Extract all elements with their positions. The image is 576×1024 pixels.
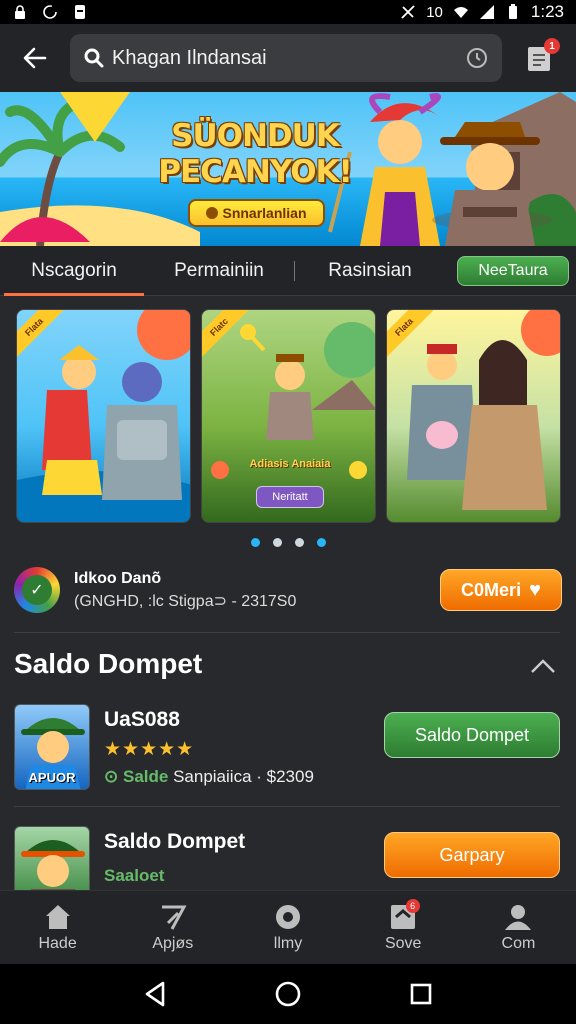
carousel-card[interactable]: Flata (16, 309, 191, 523)
game-subtitle: (GNGHD, :lc Stigpa⊃ - 2317S0 (74, 592, 297, 610)
connect-label: C0Meri (461, 579, 522, 600)
apps-icon (161, 905, 187, 930)
heart-icon: ♥ (529, 578, 541, 601)
promo-banner[interactable]: SÜONDUK PECANYOK! Snnarlanlian (0, 92, 576, 246)
nav-label: Sove (384, 934, 422, 952)
item-meta: Saaloet (104, 866, 245, 886)
bottom-navigation: Hadе Apjøs llmy 6 Sove Com (0, 890, 576, 964)
chevron-up-icon[interactable] (530, 658, 556, 674)
nav-label: llmy (273, 934, 303, 952)
game-logo: ✓ (14, 567, 60, 613)
item-thumbnail (14, 826, 90, 890)
nav-label: Apjøs (152, 934, 194, 952)
star-rating: ★★★★★ (104, 739, 195, 760)
section-title: Saldo Dompet (14, 648, 203, 679)
garpary-button[interactable]: Garpary (384, 832, 560, 878)
new-feature-button[interactable]: NeeTaura (457, 255, 569, 286)
nav-label: Hadе (38, 934, 77, 952)
system-navigation (0, 964, 576, 1024)
nav-home[interactable]: Hadе (0, 891, 115, 964)
history-icon[interactable] (466, 47, 488, 69)
nav-game[interactable]: llmy (230, 891, 345, 964)
notification-badge: 1 (544, 38, 560, 54)
tab-bar: Nscagorin Permainiin Rasinsian NeeTaura (0, 246, 576, 296)
profile-icon (505, 904, 532, 930)
status-bar: 10 1:23 (0, 0, 576, 24)
tab-rasinsian[interactable]: Rasinsian (295, 246, 445, 296)
page-dot[interactable] (273, 538, 282, 547)
nav-save[interactable]: 6 Sove (346, 891, 461, 964)
item-meta-status: Saaloet (104, 866, 165, 885)
lock-icon (15, 5, 25, 19)
search-bar[interactable]: Khagan Ilndansai (70, 34, 502, 82)
game-icon (276, 904, 300, 929)
main-content: Flata Flatc Adiasis Anaiaia Neritatt Fla… (0, 296, 576, 890)
nav-label: Com (501, 934, 536, 952)
carousel-pagination (251, 538, 326, 547)
wallet-list-item[interactable]: APUOR UaS088 ★★★★★ ⊙ Salde Sanpiaiica · … (14, 704, 562, 794)
game-name: Idkoo Danõ (74, 569, 162, 587)
battery-icon (508, 4, 517, 19)
nav-apps[interactable]: Apjøs (115, 891, 230, 964)
page-dot[interactable] (295, 538, 304, 547)
app-bar: Khagan Ilndansai 1 (0, 24, 576, 92)
back-button[interactable] (0, 24, 70, 92)
carousel-card[interactable]: Flata (386, 309, 561, 523)
game-carousel[interactable]: Flata Flatc Adiasis Anaiaia Neritatt Fla… (16, 309, 561, 523)
item-meta-detail: Sanpiaiica · $2309 (173, 767, 314, 786)
system-back-icon[interactable] (143, 981, 167, 1007)
search-icon (84, 48, 104, 68)
banner-title: SÜONDUK PECANYOK! (158, 118, 352, 190)
item-meta: ⊙ Salde Sanpiaiica · $2309 (104, 767, 314, 787)
system-home-icon[interactable] (274, 980, 302, 1008)
banner-cta-button[interactable]: Snnarlanlian (188, 199, 325, 227)
notifications-button[interactable]: 1 (502, 24, 576, 92)
card-title: Adiasis Anaiaia (249, 458, 331, 470)
item-meta-status: Salde (122, 767, 169, 786)
card-artwork (17, 310, 190, 522)
nav-profile[interactable]: Com (461, 891, 576, 964)
item-title: UaS088 (104, 708, 180, 731)
signal-text: 10 (426, 3, 443, 21)
cell-signal-icon (479, 5, 494, 19)
clock: 1:23 (530, 2, 564, 21)
card-play-button[interactable]: Neritatt (256, 486, 324, 508)
game-info-row: ✓ Idkoo Danõ (GNGHD, :lc Stigpa⊃ - 2317S… (14, 564, 562, 616)
wallet-list-item[interactable]: Saldo Dompet Saaloet Garpary (14, 826, 562, 890)
connect-button[interactable]: C0Meri ♥ (440, 569, 562, 611)
page-dot[interactable] (317, 538, 326, 547)
divider (14, 806, 560, 807)
page-dot[interactable] (251, 538, 260, 547)
sync-icon (43, 5, 57, 19)
item-title: Saldo Dompet (104, 830, 246, 853)
carousel-card[interactable]: Flatc Adiasis Anaiaia Neritatt (201, 309, 376, 523)
thumbnail-label: APUOR (28, 770, 76, 785)
divider (14, 632, 560, 633)
item-thumbnail: APUOR (14, 704, 90, 790)
wifi-icon (453, 7, 468, 18)
status-icon: ⊙ (104, 767, 119, 786)
saldo-dompet-button[interactable]: Saldo Dompet (384, 712, 560, 758)
home-icon (45, 904, 70, 929)
tab-nscagorin[interactable]: Nscagorin (4, 246, 144, 296)
tab-permainiin[interactable]: Permainiin (144, 246, 294, 296)
nav-badge: 6 (405, 899, 420, 913)
card-artwork (407, 310, 560, 510)
check-icon: ✓ (22, 575, 52, 605)
thumbnail-artwork (21, 840, 85, 890)
back-arrow-icon (23, 47, 47, 69)
search-input[interactable]: Khagan Ilndansai (112, 47, 466, 70)
no-data-icon (401, 5, 415, 19)
banner-cta-label: Snnarlanlian (222, 205, 307, 221)
sim-icon (75, 5, 85, 19)
system-recents-icon[interactable] (409, 982, 433, 1006)
coin-icon (206, 207, 219, 219)
